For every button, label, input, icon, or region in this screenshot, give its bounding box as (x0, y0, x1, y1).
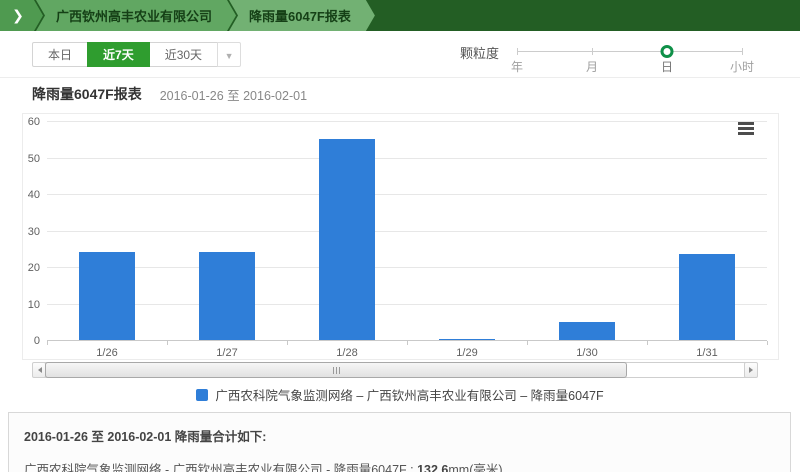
granularity-option-0[interactable]: 年 (511, 58, 523, 75)
x-axis-label: 1/28 (287, 347, 407, 359)
y-axis-label: 20 (10, 262, 40, 274)
y-axis-label: 0 (10, 335, 40, 347)
slider-track (517, 51, 742, 52)
y-axis-label: 10 (10, 299, 40, 311)
gridline (47, 231, 767, 232)
report-heading: 降雨量6047F报表 2016-01-26 至 2016-02-01 (32, 84, 307, 104)
breadcrumb-item-label: 广西钦州高丰农业有限公司 (56, 6, 212, 25)
x-axis-tick (647, 341, 648, 345)
y-axis-label: 60 (10, 116, 40, 128)
gridline (47, 304, 767, 305)
bar-1/30[interactable] (559, 322, 615, 340)
tab-last-30-days[interactable]: 近30天 (149, 42, 218, 67)
slider-tick (592, 48, 593, 55)
x-axis-label: 1/31 (647, 347, 767, 359)
x-axis-tick (287, 341, 288, 345)
rainfall-report-page: ❯ 广西钦州高丰农业有限公司 降雨量6047F报表 本日 近7天 近30天 ▼ … (0, 0, 800, 472)
granularity-control: 颗粒度 年月日小时 (460, 40, 742, 76)
granularity-option-3[interactable]: 小时 (730, 58, 754, 75)
x-axis-tick (407, 341, 408, 345)
gridline (47, 267, 767, 268)
date-range-tabs: 本日 近7天 近30天 ▼ (32, 42, 241, 67)
x-axis-label: 1/30 (527, 347, 647, 359)
bar-1/27[interactable] (199, 252, 255, 340)
page-title: 降雨量6047F报表 (32, 84, 142, 104)
breadcrumb-item-label: 降雨量6047F报表 (249, 6, 351, 25)
chevron-down-icon: ▼ (225, 51, 234, 61)
x-axis-tick (767, 341, 768, 345)
summary-total-value: 132.6 (417, 463, 448, 472)
x-axis-label: 1/27 (167, 347, 287, 359)
summary-line: 广西农科院气象监测网络 - 广西钦州高丰农业有限公司 - 降雨量6047F : … (24, 459, 775, 472)
x-axis-tick (167, 341, 168, 345)
slider-tick (742, 48, 743, 55)
grip-icon (339, 367, 340, 374)
scrollbar-right-arrow[interactable] (744, 362, 758, 378)
grip-icon (336, 367, 337, 374)
summary-prefix: 广西农科院气象监测网络 - 广西钦州高丰农业有限公司 - 降雨量6047F : (24, 463, 417, 472)
x-axis-line (47, 340, 767, 341)
summary-unit: mm(毫米) (448, 463, 502, 472)
chart-legend-item[interactable]: 广西农科院气象监测网络 – 广西钦州高丰农业有限公司 – 降雨量6047F (0, 385, 800, 404)
slider-handle[interactable] (661, 45, 674, 58)
scrollbar-left-arrow[interactable] (32, 362, 46, 378)
more-ranges-dropdown-button[interactable]: ▼ (217, 42, 241, 67)
tab-today[interactable]: 本日 (32, 42, 88, 67)
y-axis-label: 40 (10, 189, 40, 201)
bar-1/28[interactable] (319, 139, 375, 340)
summary-heading: 2016-01-26 至 2016-02-01 降雨量合计如下: (24, 426, 775, 445)
summary-panel: 2016-01-26 至 2016-02-01 降雨量合计如下: 广西农科院气象… (8, 412, 791, 472)
y-axis-label: 50 (10, 153, 40, 165)
gridline (47, 158, 767, 159)
breadcrumb-item-report[interactable]: 降雨量6047F报表 (229, 0, 375, 31)
report-date-range: 2016-01-26 至 2016-02-01 (160, 85, 307, 104)
legend-label: 广西农科院气象监测网络 – 广西钦州高丰农业有限公司 – 降雨量6047F (215, 385, 603, 404)
granularity-label: 颗粒度 (460, 40, 499, 76)
granularity-option-1[interactable]: 月 (586, 58, 598, 75)
gridline (47, 121, 767, 122)
chart-container: 01020304050601/261/271/281/291/301/31 (22, 113, 779, 360)
breadcrumb-item-company[interactable]: 广西钦州高丰农业有限公司 (36, 0, 236, 31)
tab-last-7-days[interactable]: 近7天 (87, 42, 150, 67)
chevron-right-icon: ❯ (12, 7, 24, 24)
y-axis-label: 30 (10, 226, 40, 238)
granularity-option-2[interactable]: 日 (661, 58, 673, 75)
x-axis-label: 1/29 (407, 347, 527, 359)
x-axis-tick (527, 341, 528, 345)
arrow-left-icon (35, 367, 42, 373)
breadcrumb-home[interactable]: ❯ (0, 0, 43, 31)
granularity-slider[interactable]: 年月日小时 (517, 40, 742, 76)
scrollbar-thumb[interactable] (45, 362, 627, 378)
grip-icon (333, 367, 334, 374)
toolbar: 本日 近7天 近30天 ▼ 颗粒度 年 月 日 小时 (0, 31, 800, 78)
legend-swatch (196, 389, 208, 401)
x-axis-label: 1/26 (47, 347, 167, 359)
chart-scrollbar[interactable] (32, 362, 758, 378)
plot-area: 01020304050601/261/271/281/291/301/31 (47, 122, 767, 341)
arrow-right-icon (749, 367, 756, 373)
bar-1/31[interactable] (679, 254, 735, 340)
bar-1/26[interactable] (79, 252, 135, 340)
breadcrumb: ❯ 广西钦州高丰农业有限公司 降雨量6047F报表 (0, 0, 800, 31)
gridline (47, 194, 767, 195)
x-axis-tick (47, 341, 48, 345)
slider-tick (517, 48, 518, 55)
